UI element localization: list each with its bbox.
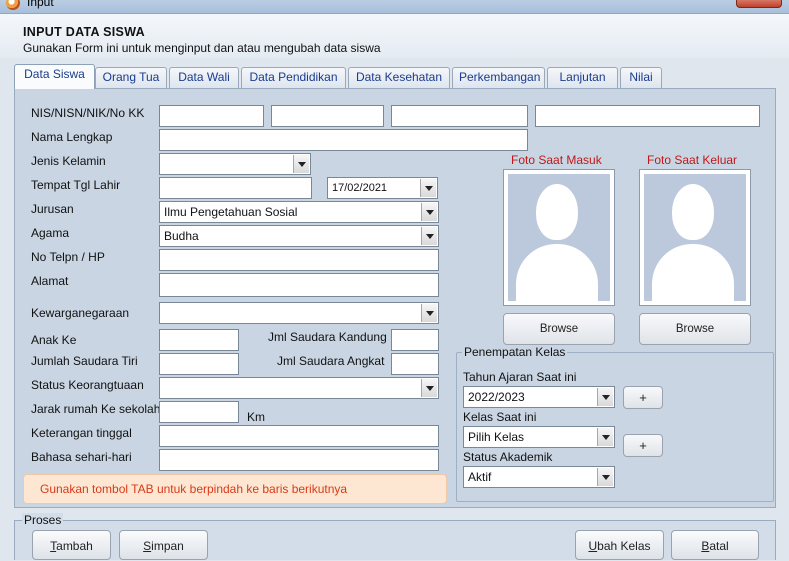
chevron-down-icon[interactable] <box>421 379 437 397</box>
tahun-ajaran-value: 2022/2023 <box>468 390 525 404</box>
chevron-down-icon[interactable] <box>597 428 613 446</box>
jarak-label: Jarak rumah Ke sekolah <box>31 402 161 416</box>
jurusan-label: Jurusan <box>31 202 74 216</box>
telp-label: No Telpn / HP <box>31 250 105 264</box>
tgl-lahir-value: 17/02/2021 <box>332 182 388 194</box>
title-bar <box>0 0 789 14</box>
page-title: INPUT DATA SISWA <box>23 25 145 39</box>
tambah-button[interactable]: Tambah <box>32 530 111 560</box>
tahun-ajaran-select[interactable]: 2022/2023 <box>463 386 615 408</box>
foto-masuk-label: Foto Saat Masuk <box>511 153 602 167</box>
simpan-button[interactable]: Simpan <box>119 530 208 560</box>
tempat-lahir-field[interactable] <box>159 177 312 199</box>
status-akademik-select[interactable]: Aktif <box>463 466 615 488</box>
agama-label: Agama <box>31 226 70 240</box>
batal-button[interactable]: Batal <box>671 530 759 560</box>
kelas-label: Kelas Saat ini <box>463 410 537 424</box>
jurusan-select[interactable]: Ilmu Pengetahuan Sosial <box>159 201 439 223</box>
tgl-lahir-picker[interactable]: 17/02/2021 <box>327 177 438 199</box>
foto-keluar-label: Foto Saat Keluar <box>647 153 738 167</box>
status-akademik-label: Status Akademik <box>463 450 553 464</box>
bahasa-label: Bahasa sehari-hari <box>31 450 132 464</box>
saudara-tiri-label: Jumlah Saudara Tiri <box>31 354 138 368</box>
chevron-down-icon[interactable] <box>421 304 437 322</box>
saudara-kandung-field[interactable] <box>391 329 439 351</box>
kewarganegaraan-label: Kewarganegaraan <box>31 306 130 320</box>
simpan-mnemonic: S <box>143 539 152 553</box>
chevron-down-icon[interactable] <box>293 155 309 173</box>
tab-perkembangan[interactable]: Perkembangan <box>452 67 545 88</box>
close-button[interactable] <box>736 0 782 8</box>
bahasa-field[interactable] <box>159 449 439 471</box>
no-kk-field[interactable] <box>535 105 760 127</box>
tahun-ajaran-label: Tahun Ajaran Saat ini <box>463 370 577 384</box>
foto-masuk-frame <box>503 169 615 306</box>
batal-label: atal <box>709 539 729 553</box>
ttl-label: Tempat Tgl Lahir <box>31 178 121 192</box>
anak-ke-field[interactable] <box>159 329 239 351</box>
ubah-label: bah Kelas <box>597 539 651 553</box>
tinggal-label: Keterangan tinggal <box>31 426 132 440</box>
jenis-kelamin-select[interactable] <box>159 153 311 175</box>
jurusan-value: Ilmu Pengetahuan Sosial <box>164 205 298 219</box>
jarak-unit: Km <box>247 410 265 424</box>
add-kelas-button[interactable]: + <box>623 434 663 457</box>
keorangtuaan-select[interactable] <box>159 377 439 399</box>
tinggal-field[interactable] <box>159 425 439 447</box>
tab-nilai[interactable]: Nilai <box>620 67 662 88</box>
penempatan-kelas-title: Penempatan Kelas <box>462 345 568 359</box>
telp-field[interactable] <box>159 249 439 271</box>
kelas-select[interactable]: Pilih Kelas <box>463 426 615 448</box>
kewarganegaraan-select[interactable] <box>159 302 439 324</box>
keorangtuaan-label: Status Keorangtuaan <box>31 378 144 392</box>
browse-masuk-button[interactable]: Browse <box>503 313 615 345</box>
ubah-kelas-button[interactable]: Ubah Kelas <box>575 530 664 560</box>
alamat-field[interactable] <box>159 273 439 297</box>
foto-keluar-frame <box>639 169 751 306</box>
tambah-label: ambah <box>56 539 93 553</box>
nis-field[interactable] <box>159 105 264 127</box>
alamat-label: Alamat <box>31 274 69 288</box>
browse-keluar-button[interactable]: Browse <box>639 313 751 345</box>
chevron-down-icon[interactable] <box>421 227 437 245</box>
chevron-down-icon[interactable] <box>597 388 613 406</box>
tab-data-pendidikan[interactable]: Data Pendidikan <box>241 67 346 88</box>
saudara-angkat-label: Jml Saudara Angkat <box>277 354 385 368</box>
saudara-angkat-field[interactable] <box>391 353 439 375</box>
tab-lanjutan[interactable]: Lanjutan <box>547 67 618 88</box>
add-tahun-button[interactable]: + <box>623 386 663 409</box>
chevron-down-icon[interactable] <box>420 179 436 197</box>
kelas-value: Pilih Kelas <box>468 430 525 444</box>
tab-data-wali[interactable]: Data Wali <box>169 67 239 88</box>
agama-select[interactable]: Budha <box>159 225 439 247</box>
agama-value: Budha <box>164 229 199 243</box>
nis-label: NIS/NISN/NIK/No KK <box>31 106 145 120</box>
jarak-field[interactable] <box>159 401 239 423</box>
window-title: Input <box>27 0 54 9</box>
saudara-tiri-field[interactable] <box>159 353 239 375</box>
saudara-kandung-label: Jml Saudara Kandung <box>268 330 387 344</box>
simpan-label: impan <box>151 539 184 553</box>
anak-ke-label: Anak Ke <box>31 333 77 347</box>
nisn-field[interactable] <box>271 105 384 127</box>
avatar-placeholder-icon <box>508 174 610 301</box>
page-subtitle: Gunakan Form ini untuk menginput dan ata… <box>23 41 381 55</box>
nama-label: Nama Lengkap <box>31 130 113 144</box>
tab-data-kesehatan[interactable]: Data Kesehatan <box>348 67 450 88</box>
tab-hint: Gunakan tombol TAB untuk berpindah ke ba… <box>23 474 447 504</box>
nama-field[interactable] <box>159 129 528 151</box>
tab-data-siswa[interactable]: Data Siswa <box>14 64 95 89</box>
chevron-down-icon[interactable] <box>421 203 437 221</box>
proses-title: Proses <box>22 513 64 527</box>
chevron-down-icon[interactable] <box>597 468 613 486</box>
avatar-placeholder-icon <box>644 174 746 301</box>
tab-orang-tua[interactable]: Orang Tua <box>95 67 167 88</box>
jenis-kelamin-label: Jenis Kelamin <box>31 154 106 168</box>
nik-field[interactable] <box>391 105 528 127</box>
ubah-mnemonic: U <box>588 539 598 553</box>
status-akademik-value: Aktif <box>468 470 492 484</box>
